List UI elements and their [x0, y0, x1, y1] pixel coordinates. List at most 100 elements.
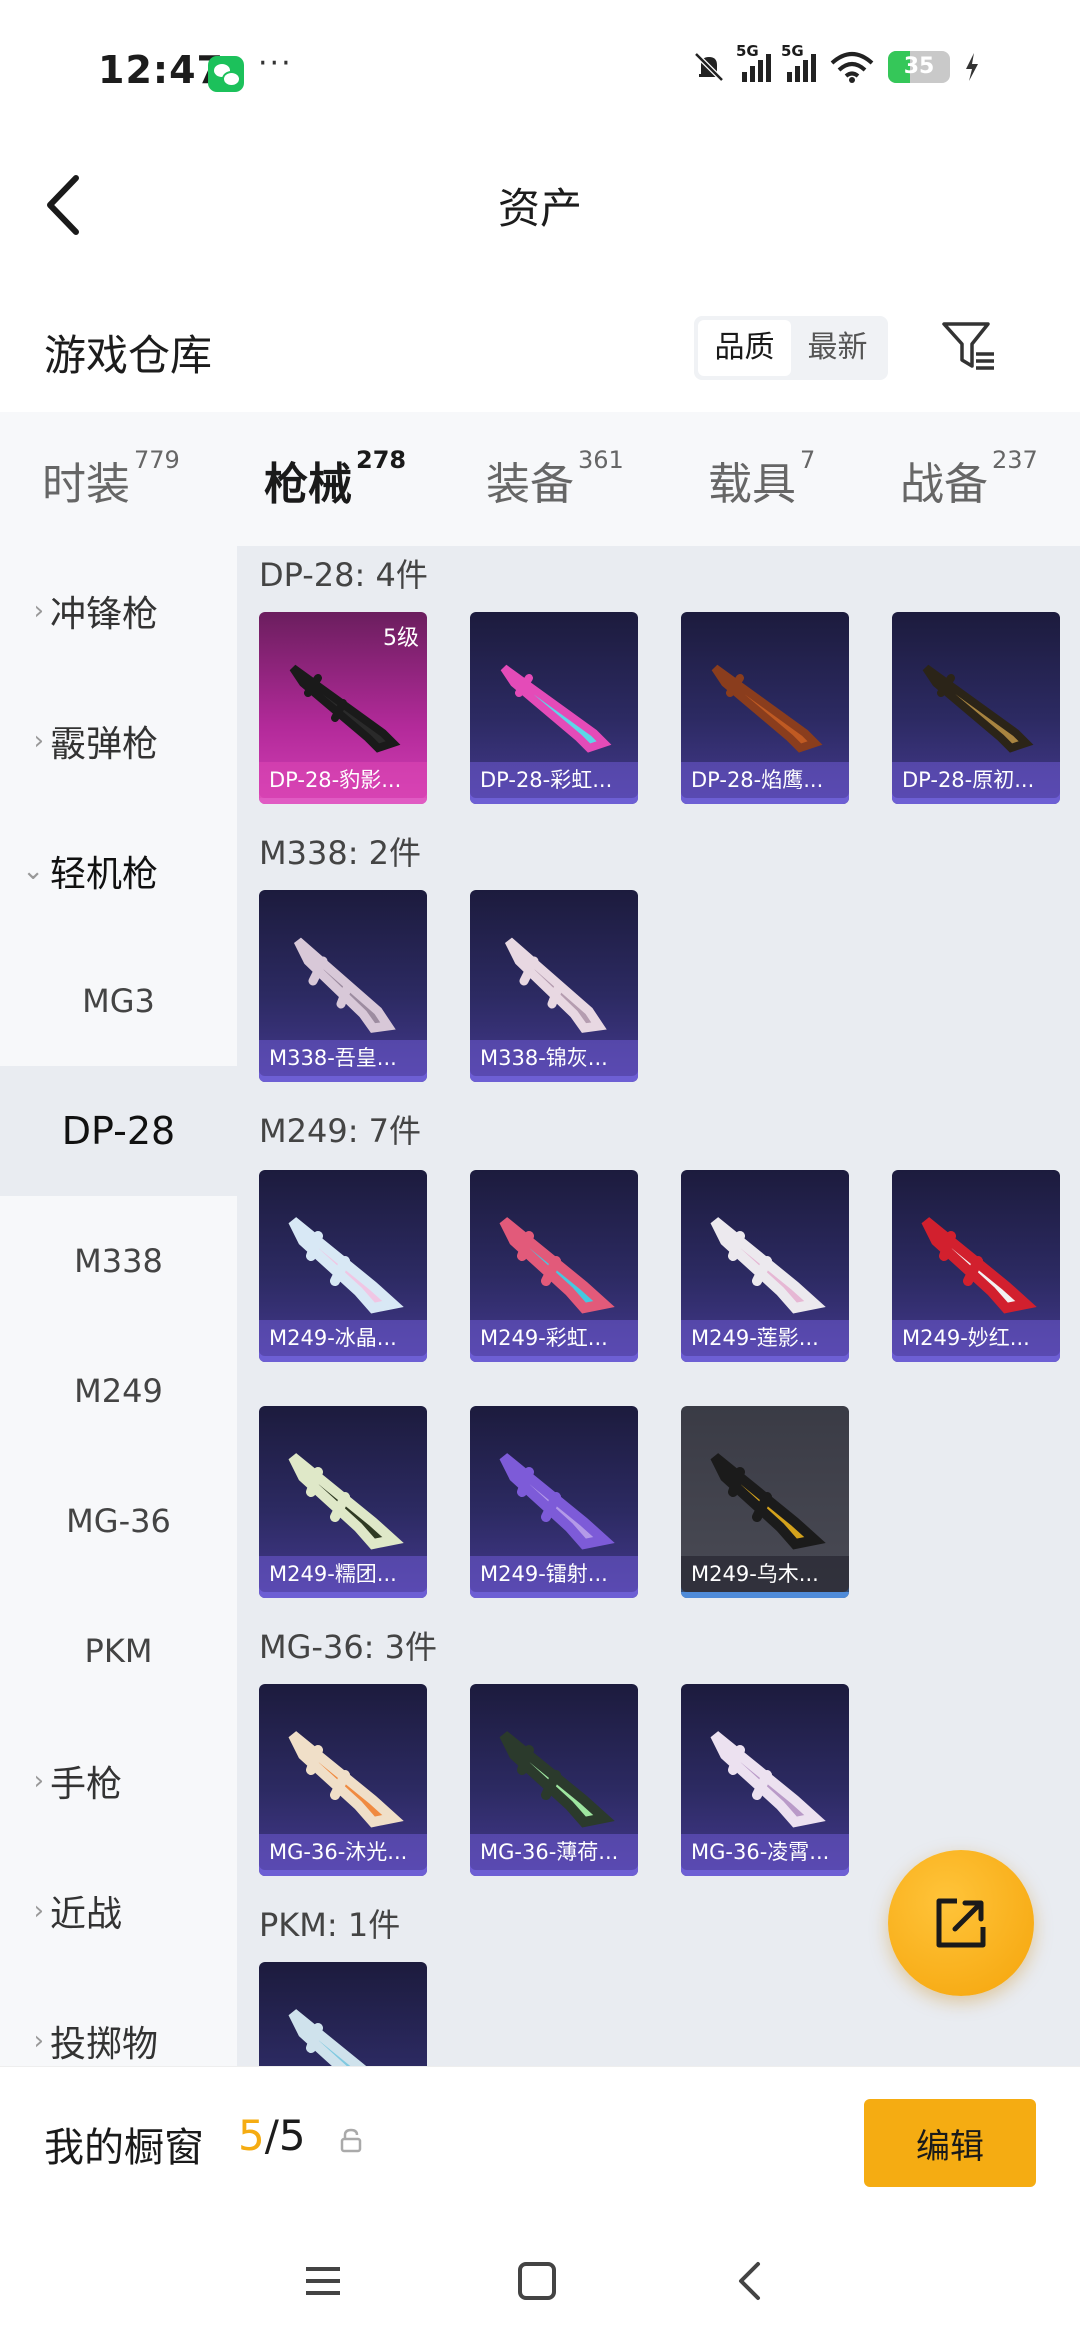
weapon-card[interactable]: M338-锦灰... — [470, 890, 638, 1082]
weapon-card[interactable]: M249-镭射... — [470, 1406, 638, 1598]
sidebar-item-mg36[interactable]: MG-36 — [0, 1456, 237, 1586]
weapon-name: MG-36-凌霄... — [681, 1834, 849, 1870]
chevron-right-icon: › — [33, 2026, 44, 2056]
sidebar-item-dp28[interactable]: DP-28 — [0, 1066, 237, 1196]
weapon-icon — [288, 2009, 367, 2066]
home-icon[interactable] — [512, 2256, 562, 2306]
weapon-icon — [504, 937, 607, 1033]
sidebar-item-shotgun[interactable]: › 霰弹枪 — [0, 676, 237, 806]
group-title-dp28: DP-28: 4件 — [259, 556, 428, 594]
page-title: 资产 — [497, 184, 582, 233]
sidebar-item-m249[interactable]: M249 — [0, 1326, 237, 1456]
wifi-icon — [830, 52, 874, 83]
level-badge: 5级 — [383, 626, 419, 651]
sidebar-item-smg[interactable]: › 冲锋枪 — [0, 546, 237, 676]
weapon-card[interactable]: MG-36-凌霄... — [681, 1684, 849, 1876]
weapon-card[interactable]: DP-28-焰鹰... — [681, 612, 849, 804]
sidebar-item-m338[interactable]: M338 — [0, 1196, 237, 1326]
weapon-icon — [499, 1453, 615, 1550]
weapon-icon — [922, 664, 1034, 753]
weapon-grid: DP-28: 4件 5级 DP-28-豹影... DP-28-彩虹... DP-… — [237, 546, 1080, 2066]
sidebar-item-pkm[interactable]: PKM — [0, 1586, 237, 1716]
group-title-pkm: PKM: 1件 — [259, 1906, 401, 1944]
wechat-notification-icon — [208, 56, 244, 92]
sort-quality-button[interactable]: 品质 — [698, 320, 791, 376]
weapon-card[interactable]: MG-36-沐光... — [259, 1684, 427, 1876]
weapon-name: MG-36-沐光... — [259, 1834, 427, 1870]
weapon-name: DP-28-原初... — [892, 762, 1060, 798]
sort-latest-button[interactable]: 最新 — [791, 320, 884, 376]
weapon-card[interactable]: DP-28-彩虹... — [470, 612, 638, 804]
chevron-right-icon: › — [33, 1896, 44, 1926]
weapon-icon — [921, 1217, 1037, 1314]
tab-outfit[interactable]: 时装 779 — [42, 446, 180, 512]
more-notifications-icon: ··· — [258, 46, 293, 81]
category-tabs: 时装 779 枪械 278 装备 361 载具 7 战备 237 — [0, 412, 1080, 554]
weapon-name: M249-冰晶... — [259, 1320, 427, 1356]
weapon-category-sidebar: › 冲锋枪 › 霰弹枪 ⌄ 轻机枪 MG3 DP-28 M338 M249 MG-36… — [0, 546, 237, 2066]
weapon-name: M249-妙红... — [892, 1320, 1060, 1356]
chevron-right-icon: › — [33, 1766, 44, 1796]
weapon-card[interactable]: M249-妙红... — [892, 1170, 1060, 1362]
weapon-name: M338-锦灰... — [470, 1040, 638, 1076]
chevron-down-icon: ⌄ — [22, 856, 44, 886]
back-nav-icon[interactable] — [726, 2256, 776, 2306]
share-export-icon — [936, 1898, 986, 1948]
tab-weapons[interactable]: 枪械 278 — [264, 446, 406, 554]
filter-icon[interactable] — [940, 318, 996, 374]
sidebar-item-melee[interactable]: › 近战 — [0, 1846, 237, 1976]
tab-equipment[interactable]: 装备 361 — [486, 446, 624, 512]
sidebar-item-pistol[interactable]: › 手枪 — [0, 1716, 237, 1846]
menu-icon[interactable] — [298, 2256, 348, 2306]
weapon-card[interactable]: M249-乌木... — [681, 1406, 849, 1598]
group-title-m249: M249: 7件 — [259, 1112, 422, 1150]
weapon-card[interactable]: M338-吾皇... — [259, 890, 427, 1082]
charging-bolt-icon — [966, 53, 978, 81]
tab-vehicles[interactable]: 载具 7 — [708, 446, 815, 512]
mute-bell-icon — [694, 52, 724, 82]
group-title-mg36: MG-36: 3件 — [259, 1628, 437, 1666]
weapon-name: DP-28-豹影... — [259, 762, 427, 798]
weapon-card[interactable]: M249-糯团... — [259, 1406, 427, 1598]
chevron-right-icon: › — [33, 596, 44, 626]
system-nav-bar — [0, 2216, 1080, 2347]
weapon-icon — [710, 1453, 826, 1550]
edit-button[interactable]: 编辑 — [864, 2099, 1036, 2187]
weapon-icon — [500, 664, 612, 753]
status-icons: 5G 5G 35 — [692, 42, 980, 84]
weapon-name: MG-36-薄荷... — [470, 1834, 638, 1870]
weapon-name: M338-吾皇... — [259, 1040, 427, 1076]
status-bar: 12:47 ··· 5G 5G 35 — [0, 0, 1080, 140]
weapon-icon — [288, 1217, 404, 1314]
chevron-right-icon: › — [33, 726, 44, 756]
lock-icon — [340, 2128, 362, 2153]
weapon-icon — [289, 664, 401, 753]
weapon-icon — [293, 937, 396, 1033]
battery-icon: 35 — [888, 51, 950, 83]
tab-supplies[interactable]: 战备 237 — [900, 446, 1038, 512]
weapon-name: M249-糯团... — [259, 1556, 427, 1592]
weapon-card[interactable]: 5级 DP-28-豹影... — [259, 612, 427, 804]
weapon-icon — [711, 664, 823, 753]
weapon-card[interactable]: M249-彩虹... — [470, 1170, 638, 1362]
sidebar-item-mg3[interactable]: MG3 — [0, 936, 237, 1066]
weapon-card[interactable]: M249-冰晶... — [259, 1170, 427, 1362]
weapon-name: DP-28-焰鹰... — [681, 762, 849, 798]
weapon-card[interactable]: M249-莲影... — [681, 1170, 849, 1362]
weapon-card-partial[interactable] — [259, 1962, 427, 2066]
warehouse-title: 游戏仓库 — [44, 331, 213, 380]
weapon-card[interactable]: DP-28-原初... — [892, 612, 1060, 804]
signal-5g-icon-2: 5G — [781, 42, 816, 82]
weapon-name: M249-乌木... — [681, 1556, 849, 1592]
weapon-card[interactable]: MG-36-薄荷... — [470, 1684, 638, 1876]
showcase-bar: 我的橱窗 5/5 编辑 — [0, 2066, 1080, 2216]
share-button[interactable] — [888, 1850, 1034, 1996]
weapon-name: DP-28-彩虹... — [470, 762, 638, 798]
weapon-icon — [710, 1731, 826, 1828]
status-time: 12:47 — [98, 48, 224, 92]
weapon-icon — [499, 1217, 615, 1314]
weapon-icon — [710, 1217, 826, 1314]
weapon-icon — [499, 1731, 615, 1828]
sidebar-item-lmg[interactable]: ⌄ 轻机枪 — [0, 806, 237, 936]
sort-toggle: 品质 最新 — [694, 316, 888, 380]
